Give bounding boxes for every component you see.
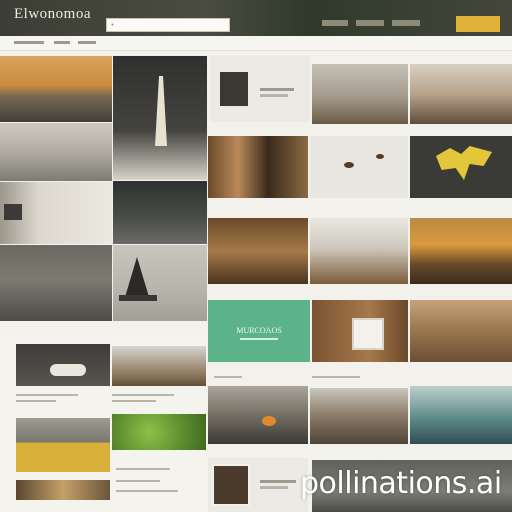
card-caption-6 bbox=[116, 480, 160, 482]
photo-green-foliage[interactable] bbox=[112, 414, 206, 450]
photo-store-shelves[interactable] bbox=[208, 218, 308, 284]
photo-monument[interactable] bbox=[113, 56, 207, 180]
photo-shelf[interactable] bbox=[16, 480, 110, 500]
photo-modern-office[interactable] bbox=[310, 218, 408, 284]
photo-harbor-town[interactable] bbox=[310, 388, 408, 444]
photo-bridge-dusk[interactable] bbox=[410, 64, 512, 124]
card-caption-5 bbox=[116, 468, 170, 470]
photo-boats-shore[interactable] bbox=[0, 182, 112, 244]
info-card-bottom bbox=[208, 458, 308, 512]
subnav-item-3[interactable] bbox=[78, 41, 96, 44]
photo-pier[interactable] bbox=[0, 245, 112, 321]
photo-blue-mountains[interactable] bbox=[410, 386, 512, 444]
sub-navigation bbox=[0, 36, 512, 51]
card-caption-1 bbox=[16, 394, 78, 396]
photo-interior-wood[interactable] bbox=[208, 136, 308, 198]
cta-button[interactable] bbox=[456, 16, 500, 32]
card-caption-7 bbox=[116, 490, 178, 492]
photo-town[interactable] bbox=[112, 346, 206, 386]
search-input[interactable]: ● bbox=[106, 18, 230, 32]
header-link-3[interactable] bbox=[392, 20, 420, 26]
photo-market-stalls[interactable] bbox=[410, 300, 512, 362]
subnav-item-1[interactable] bbox=[14, 41, 44, 44]
photo-birds-white[interactable] bbox=[310, 136, 408, 198]
photo-device[interactable] bbox=[16, 344, 110, 386]
site-header: Elwonomoa ● bbox=[0, 0, 512, 36]
watermark-text: pollinations.ai bbox=[300, 466, 502, 501]
site-logo[interactable]: Elwonomoa bbox=[14, 6, 91, 23]
search-icon: ● bbox=[111, 22, 115, 28]
photo-sunset-lake[interactable] bbox=[0, 56, 112, 122]
subnav-item-2[interactable] bbox=[54, 41, 70, 44]
section-caption-2 bbox=[312, 376, 360, 378]
header-link-1[interactable] bbox=[322, 20, 348, 26]
photo-mountain-sunset[interactable] bbox=[410, 218, 512, 284]
card-caption-2 bbox=[16, 400, 56, 402]
photo-city-ruins[interactable] bbox=[312, 64, 408, 124]
section-caption-1 bbox=[214, 376, 242, 378]
header-link-2[interactable] bbox=[356, 20, 384, 26]
info-card-top bbox=[210, 56, 310, 122]
photo-coast-yellow[interactable] bbox=[16, 418, 110, 472]
card-caption-4 bbox=[112, 400, 156, 402]
photo-dark-room[interactable] bbox=[113, 181, 207, 244]
green-promo-tile[interactable]: MURCOAOS bbox=[208, 300, 310, 362]
photo-world-map[interactable] bbox=[410, 136, 512, 198]
photo-campfire[interactable] bbox=[208, 386, 308, 444]
photo-sailboat[interactable] bbox=[113, 245, 207, 321]
photo-wood-frame[interactable] bbox=[312, 300, 408, 362]
card-caption-3 bbox=[112, 394, 174, 396]
photo-harbor-grey[interactable] bbox=[0, 123, 112, 181]
green-promo-label: MURCOAOS bbox=[236, 326, 282, 335]
